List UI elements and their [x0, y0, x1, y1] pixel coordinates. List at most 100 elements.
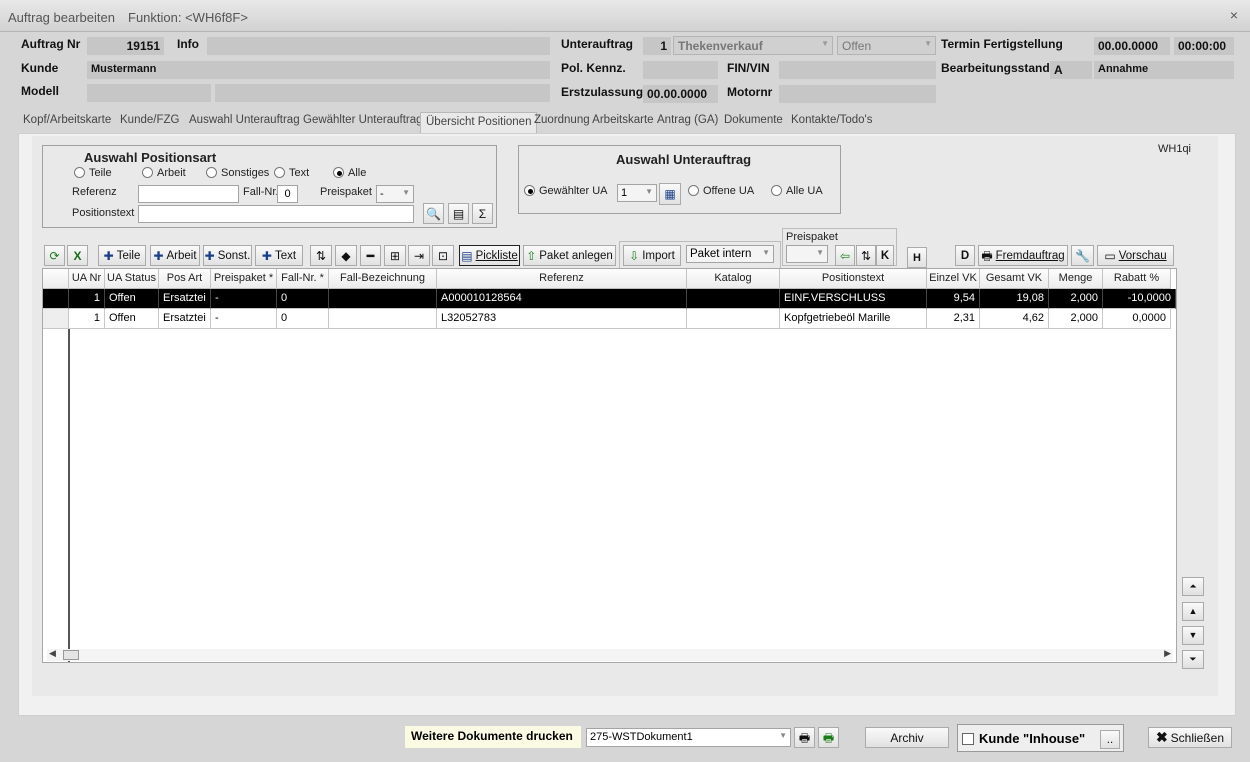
split-button[interactable]: ⊞ — [384, 245, 406, 266]
col-gesamt-vk[interactable]: Gesamt VK — [980, 269, 1049, 289]
nav-up-button[interactable]: ▲ — [1182, 602, 1204, 621]
auftrag-nr-field[interactable]: 19151 — [87, 37, 164, 55]
pickliste-button[interactable]: ▤ Pickliste — [459, 245, 520, 266]
preispaket-select[interactable]: - ▼ — [376, 185, 414, 203]
print-preview-button[interactable]: 🖶 — [818, 727, 839, 748]
col-menge[interactable]: Menge — [1049, 269, 1103, 289]
archiv-button[interactable]: Archiv — [865, 727, 949, 748]
paket-anlegen-button[interactable]: ⇧ Paket anlegen — [523, 245, 616, 266]
col-fall-bezeichnung[interactable]: Fall-Bezeichnung — [329, 269, 437, 289]
col-pos-art[interactable]: Pos Art — [159, 269, 211, 289]
tab-antrag[interactable]: Antrag (GA) — [657, 114, 718, 126]
excel-button[interactable]: X — [67, 245, 88, 266]
fin-field[interactable] — [779, 61, 936, 79]
grid-row-header — [43, 269, 69, 289]
tab-kopf[interactable]: Kopf/Arbeitskarte — [23, 114, 111, 126]
search-button[interactable]: 🔍 — [423, 203, 444, 224]
col-positionstext[interactable]: Positionstext — [780, 269, 927, 289]
info-field[interactable] — [207, 37, 550, 55]
nav-last-button[interactable]: ⏷ — [1182, 650, 1204, 669]
tab-dokumente[interactable]: Dokumente — [724, 114, 783, 126]
kunde-field[interactable]: Mustermann — [87, 61, 550, 79]
radio-alle-ua[interactable]: Alle UA — [771, 185, 823, 197]
termin-date-field[interactable]: 00.00.0000 — [1094, 37, 1170, 55]
positionstext-input[interactable] — [138, 205, 414, 223]
refresh-button[interactable]: ⟳ — [44, 245, 65, 266]
close-icon[interactable]: × — [1230, 7, 1238, 23]
modell-field-1[interactable] — [87, 84, 211, 102]
scroll-thumb[interactable] — [63, 650, 79, 660]
move-button[interactable]: ◆ — [335, 245, 357, 266]
unterauftrag-type-select[interactable]: Thekenverkauf ▼ — [673, 36, 833, 55]
scroll-right-icon[interactable]: ▶ — [1164, 648, 1171, 659]
termin-time-field[interactable]: 00:00:00 — [1174, 37, 1234, 55]
col-preispaket[interactable]: Preispaket * — [211, 269, 277, 289]
unterauftrag-status-select[interactable]: Offen ▼ — [837, 36, 936, 55]
radio-alle[interactable]: Alle — [333, 167, 366, 179]
scroll-left-icon[interactable]: ◀ — [49, 648, 56, 659]
inhouse-more-button[interactable]: .. — [1100, 730, 1120, 749]
polkennz-field[interactable] — [643, 61, 718, 79]
dokument-select[interactable]: 275-WSTDokument1 ▼ — [586, 728, 791, 747]
tab-uebersicht-positionen[interactable]: Übersicht Positionen — [420, 112, 538, 134]
radio-arbeit[interactable]: Arbeit — [142, 167, 186, 179]
import-button[interactable]: ⇩ Import — [623, 245, 681, 266]
nav-down-button[interactable]: ▼ — [1182, 626, 1204, 645]
add-teile-button[interactable]: ✚ Teile — [98, 245, 146, 266]
group-button[interactable]: ⊡ — [432, 245, 454, 266]
radio-text[interactable]: Text — [274, 167, 309, 179]
ua-select[interactable]: 1 ▼ — [617, 184, 657, 202]
radio-sonstiges[interactable]: Sonstiges — [206, 167, 269, 179]
referenz-input[interactable] — [138, 185, 239, 203]
h-button[interactable]: H — [907, 247, 927, 268]
sum-button[interactable]: Σ — [472, 203, 493, 224]
transfer-button[interactable]: ⇥ — [408, 245, 430, 266]
add-arbeit-button[interactable]: ✚ Arbeit — [150, 245, 200, 266]
radio-teile-label: Teile — [89, 167, 112, 179]
preispaket-toolbar-select[interactable]: ▼ — [786, 245, 828, 263]
modell-field-2[interactable] — [215, 84, 550, 102]
fremdauftrag-button[interactable]: 🖶 Fremdauftrag — [978, 245, 1068, 266]
col-fall-nr[interactable]: Fall-Nr. * — [277, 269, 329, 289]
pickliste-label: Pickliste — [475, 249, 518, 262]
paket-intern-select[interactable]: Paket intern ▼ — [686, 245, 774, 263]
radio-offene-ua[interactable]: Offene UA — [688, 185, 754, 197]
chevron-down-icon: ▼ — [821, 39, 829, 48]
preispaket-sort-button[interactable]: ⇅ — [856, 245, 876, 266]
tab-kunde[interactable]: Kunde/FZG — [120, 114, 179, 126]
col-einzel-vk[interactable]: Einzel VK — [927, 269, 980, 289]
col-ua-status[interactable]: UA Status — [105, 269, 159, 289]
d-button[interactable]: D — [955, 245, 975, 266]
horizontal-scrollbar[interactable]: ◀ ▶ — [47, 648, 1173, 661]
k-button[interactable]: K — [876, 245, 894, 266]
tab-auswahl-ua[interactable]: Auswahl Unterauftrag — [189, 114, 300, 126]
col-rabatt[interactable]: Rabatt % — [1103, 269, 1171, 289]
motornr-field[interactable] — [779, 85, 936, 103]
tab-zuordnung[interactable]: Zuordnung Arbeitskarte — [534, 114, 654, 126]
col-ua-nr[interactable]: UA Nr — [69, 269, 105, 289]
col-referenz[interactable]: Referenz — [437, 269, 687, 289]
preispaket-apply-button[interactable]: ⇦ — [835, 245, 855, 266]
tools-button[interactable]: 🔧 — [1071, 245, 1094, 266]
calendar-button[interactable]: ▦ — [659, 183, 681, 205]
vorschau-button[interactable]: ▭ Vorschau — [1097, 245, 1174, 266]
add-text-button[interactable]: ✚ Text — [255, 245, 303, 266]
col-katalog[interactable]: Katalog — [687, 269, 780, 289]
add-sonst-button[interactable]: ✚ Sonst. — [203, 245, 252, 266]
remove-button[interactable]: ━ — [360, 245, 381, 266]
radio-gewaehlter-ua[interactable]: Gewählter UA — [524, 185, 607, 197]
tab-kontakte[interactable]: Kontakte/Todo's — [791, 114, 872, 126]
fallnr-input[interactable]: 0 — [277, 185, 298, 203]
schliessen-button[interactable]: ✖ Schließen — [1148, 727, 1232, 748]
radio-teile[interactable]: Teile — [74, 167, 112, 179]
erstzul-field[interactable]: 00.00.0000 — [643, 85, 718, 103]
cell-pos-art: Ersatztei — [159, 289, 211, 309]
radio-gewaehlter-ua-label: Gewählter UA — [539, 185, 608, 197]
nav-first-button[interactable]: ⏶ — [1182, 577, 1204, 596]
radio-gewaehlter-ua-circle — [524, 185, 535, 196]
print-button[interactable]: 🖶 — [794, 727, 815, 748]
inhouse-checkbox[interactable] — [962, 733, 974, 745]
edit-button[interactable]: ▤ — [448, 203, 469, 224]
tab-gewaehlter-ua[interactable]: Gewählter Unterauftrag — [303, 114, 423, 126]
sort-button[interactable]: ⇅ — [310, 245, 332, 266]
